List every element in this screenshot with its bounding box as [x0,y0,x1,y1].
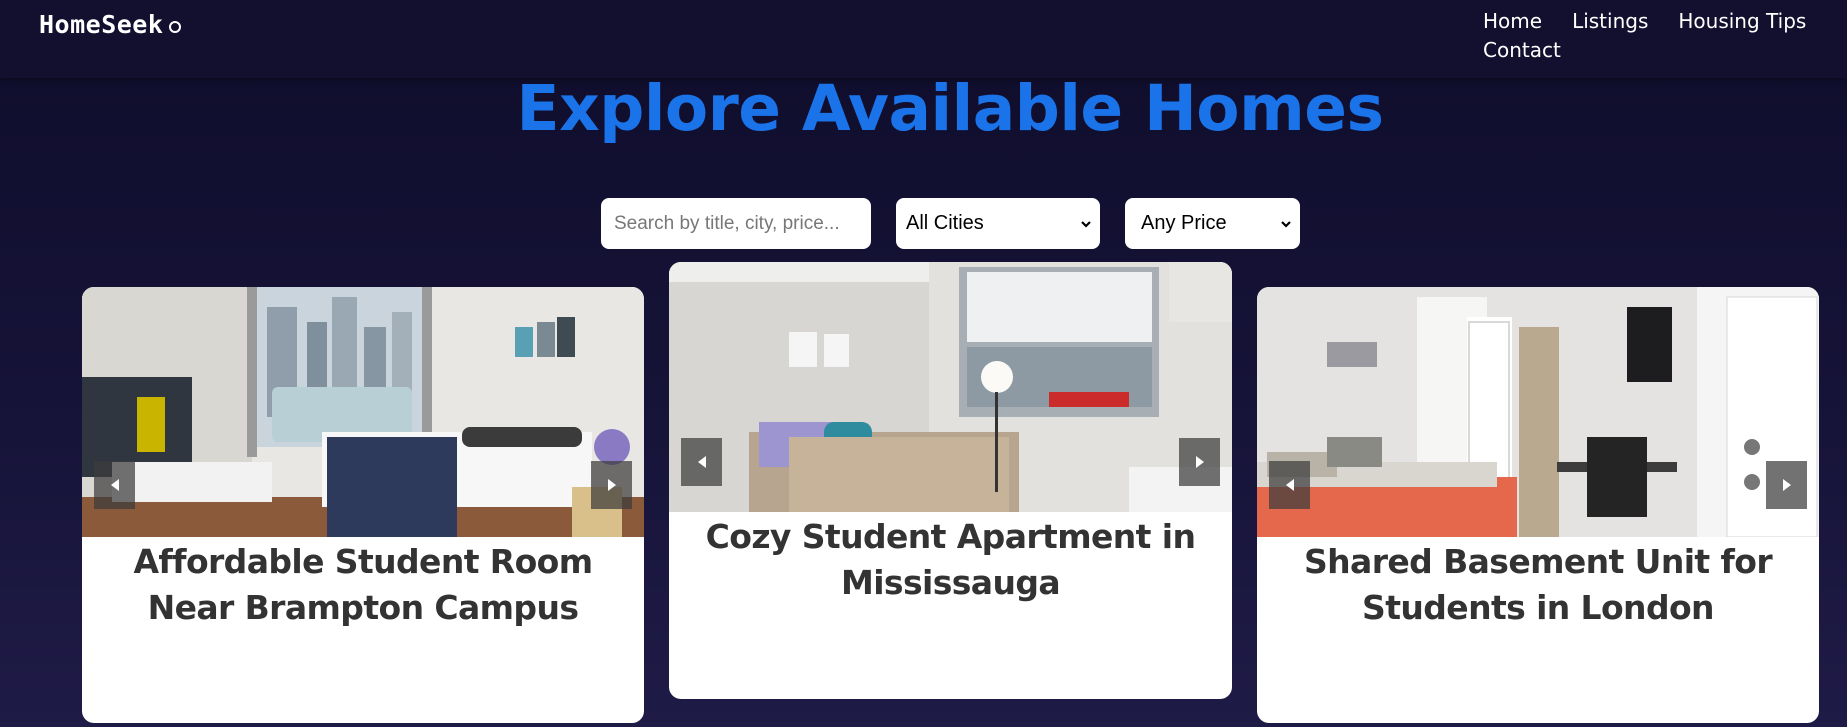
listing-card[interactable]: Shared Basement Unit for Students in Lon… [1257,287,1819,723]
listing-title[interactable]: Affordable Student Room Near Brampton Ca… [82,539,644,631]
nav-link-housing-tips[interactable]: Housing Tips [1678,10,1806,33]
price-select-value: Any Price [1141,212,1227,234]
next-photo-button[interactable] [1766,461,1807,509]
price-select[interactable]: Any Price [1125,198,1300,249]
top-navbar: HomeSeek Home Listings Housing Tips Cont… [0,0,1847,78]
chevron-left-icon [1285,479,1294,491]
nav-link-contact[interactable]: Contact [1483,39,1561,62]
listing-photo [1257,287,1819,537]
main-nav: Home Listings Housing Tips Contact [1483,10,1813,62]
chevron-right-icon [1782,479,1791,491]
listing-card[interactable]: Affordable Student Room Near Brampton Ca… [82,287,644,723]
listing-photo [82,287,644,537]
listing-title[interactable]: Shared Basement Unit for Students in Lon… [1257,539,1819,631]
prev-photo-button[interactable] [1269,461,1310,509]
prev-photo-button[interactable] [94,461,135,509]
listing-photo [669,262,1232,512]
bedroom-photo [669,262,1232,512]
chevron-down-icon [1081,220,1091,228]
bedroom-photo [1257,287,1819,537]
next-photo-button[interactable] [591,461,632,509]
brand-logo[interactable]: HomeSeek [39,10,182,39]
nav-link-home[interactable]: Home [1483,10,1542,33]
next-photo-button[interactable] [1179,438,1220,486]
filter-bar: All Cities Any Price [601,198,1300,249]
brand-name: HomeSeek [39,10,164,39]
nav-link-listings[interactable]: Listings [1572,10,1648,33]
bedroom-photo [82,287,644,537]
prev-photo-button[interactable] [681,438,722,486]
listing-card[interactable]: Cozy Student Apartment in Mississauga [669,262,1232,699]
ring-icon [169,20,182,33]
city-select[interactable]: All Cities [896,198,1100,249]
listing-title[interactable]: Cozy Student Apartment in Mississauga [669,514,1232,606]
chevron-left-icon [697,456,706,468]
chevron-down-icon [1281,220,1291,228]
search-input[interactable] [601,198,871,249]
chevron-right-icon [1195,456,1204,468]
page-title: Explore Available Homes [516,72,1384,145]
chevron-left-icon [110,479,119,491]
city-select-value: All Cities [906,212,984,234]
chevron-right-icon [607,479,616,491]
